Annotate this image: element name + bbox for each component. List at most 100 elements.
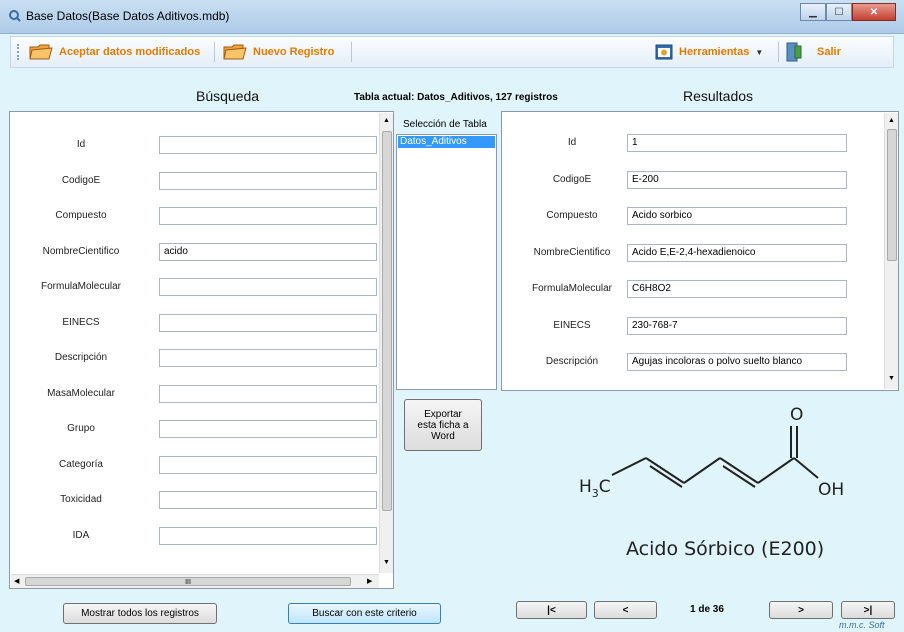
current-table-label: Tabla actual: Datos_Aditivos, 127 regist… — [354, 92, 558, 103]
tools-menu-button[interactable]: Herramientas ▼ — [655, 41, 763, 63]
search-field-input[interactable] — [159, 491, 377, 509]
search-field-input[interactable] — [159, 171, 377, 190]
result-field-input[interactable]: 1 — [627, 134, 847, 152]
result-field-input[interactable]: 230-768-7 — [627, 316, 847, 335]
results-panel: Id 1 CodigoE E-200 Compuesto Acido sorbico Nom… — [501, 111, 899, 391]
search-hscrollbar[interactable]: ◀ III ▶ — [11, 574, 379, 588]
search-field-input[interactable] — [159, 420, 377, 438]
search-panel: Id CodigoE Compuesto NombreCientifico acido F… — [9, 111, 394, 589]
first-record-button[interactable]: |< — [516, 601, 587, 619]
result-field-label: NombreCientifico — [533, 246, 611, 258]
scroll-right-icon: ▶ — [367, 578, 373, 585]
result-field-label: Id — [567, 137, 577, 148]
page-indicator: 1 de 36 — [690, 604, 724, 615]
result-field-label: Descripción — [545, 356, 599, 367]
results-header: Resultados — [683, 88, 754, 104]
search-field-label: FormulaMolecular — [40, 281, 122, 292]
tools-icon — [655, 44, 673, 60]
result-field-input[interactable]: Acido E,E-2,4-hexadienoico — [627, 243, 847, 262]
table-list-item[interactable]: Datos_Aditivos — [398, 136, 495, 148]
search-field-input[interactable] — [159, 349, 377, 367]
scroll-up-icon: ▲ — [888, 117, 895, 124]
search-header: Búsqueda — [196, 88, 260, 104]
window-title: Base Datos(Base Datos Aditivos.mdb) — [26, 9, 230, 23]
next-record-button[interactable]: > — [769, 601, 833, 619]
table-list[interactable]: Datos_Aditivos — [396, 134, 497, 390]
result-field-label: EINECS — [553, 319, 591, 331]
accept-label: Aceptar datos modificados — [59, 46, 201, 58]
export-word-button[interactable]: Exportar esta ficha a Word — [404, 399, 482, 451]
methyl-c: C — [599, 477, 611, 497]
result-field-input[interactable]: Acido sorbico — [627, 207, 847, 225]
methyl-subscript: 3 — [592, 487, 599, 500]
search-field-input[interactable] — [159, 455, 377, 474]
result-field-input[interactable]: E-200 — [627, 170, 847, 189]
chevron-down-icon: ▼ — [755, 47, 764, 57]
search-hscroll-thumb[interactable]: III — [25, 577, 351, 586]
search-field-label: Compuesto — [55, 210, 107, 221]
structure-caption: Acido Sórbico (E200) — [626, 538, 825, 560]
title-bar: Base Datos(Base Datos Aditivos.mdb) ▁ ☐ … — [0, 0, 904, 34]
prev-record-button[interactable]: < — [594, 601, 657, 619]
search-field-label: MasaMolecular — [47, 387, 115, 399]
last-record-button[interactable]: >| — [841, 601, 895, 619]
window-controls: ▁ ☐ ✕ — [800, 3, 896, 21]
show-all-button[interactable]: Mostrar todos los registros — [63, 603, 217, 624]
search-field-label: Descripción — [54, 352, 108, 363]
minimize-button[interactable]: ▁ — [800, 3, 826, 21]
search-field-label: IDA — [72, 529, 90, 541]
toolbar: Aceptar datos modificados Nuevo Registro… — [10, 36, 894, 68]
author-signature: m.m.c. Soft — [839, 620, 885, 630]
scroll-down-icon: ▼ — [383, 559, 390, 566]
search-vscrollbar[interactable]: ▲ ▼ — [379, 113, 393, 573]
exit-door-icon — [786, 42, 802, 62]
search-field-input[interactable] — [159, 207, 377, 225]
accept-button[interactable]: Aceptar datos modificados — [29, 41, 200, 63]
search-field-label: Grupo — [67, 423, 95, 434]
exit-label: Salir — [817, 46, 841, 58]
scroll-left-icon: ◀ — [14, 578, 20, 585]
minimize-icon: ▁ — [809, 6, 817, 18]
result-field-input[interactable]: Agujas incoloras o polvo suelto blanco — [627, 353, 847, 371]
search-field-input[interactable] — [159, 313, 377, 332]
folder-icon — [223, 44, 247, 60]
result-field-label: Compuesto — [546, 210, 598, 221]
search-field-label: NombreCientifico — [42, 245, 120, 257]
search-criteria-button[interactable]: Buscar con este criterio — [288, 603, 441, 624]
new-record-button[interactable]: Nuevo Registro — [223, 41, 334, 63]
methyl-h: H — [579, 477, 592, 497]
results-vscrollbar[interactable]: ▲ ▼ — [884, 113, 898, 389]
search-field-input[interactable]: acido — [159, 242, 377, 261]
close-button[interactable]: ✕ — [852, 3, 896, 21]
search-field-input[interactable] — [159, 526, 377, 545]
maximize-button[interactable]: ☐ — [826, 3, 852, 21]
search-field-label: Categoría — [59, 458, 103, 470]
tools-label: Herramientas — [679, 46, 750, 58]
folder-icon — [29, 44, 53, 60]
result-field-input[interactable]: C6H8O2 — [627, 280, 847, 298]
search-vscroll-thumb[interactable] — [382, 131, 392, 511]
oxygen-label: O — [790, 405, 803, 425]
methyl-label: H3C — [579, 477, 611, 500]
toolbar-separator — [214, 42, 215, 62]
search-field-label: CodigoE — [61, 174, 101, 186]
results-vscroll-thumb[interactable] — [887, 129, 897, 261]
toolbar-separator — [778, 42, 779, 62]
sorbic-acid-structure: O OH H3C — [579, 405, 844, 500]
scroll-up-icon: ▲ — [383, 117, 390, 124]
app-icon — [9, 10, 21, 22]
search-field-label: Id — [76, 139, 86, 150]
table-selection-label: Selección de Tabla — [403, 119, 487, 130]
exit-button[interactable]: Salir — [785, 41, 841, 63]
hydroxyl-label: OH — [818, 480, 844, 500]
maximize-icon: ☐ — [834, 6, 844, 18]
search-field-input[interactable] — [159, 384, 377, 403]
new-record-label: Nuevo Registro — [253, 46, 335, 58]
result-field-label: FormulaMolecular — [531, 283, 613, 294]
search-field-label: EINECS — [62, 316, 100, 328]
toolbar-grip — [17, 44, 20, 60]
result-field-label: CodigoE — [552, 173, 592, 185]
scroll-down-icon: ▼ — [888, 375, 895, 382]
search-field-input[interactable] — [159, 278, 377, 296]
search-field-input[interactable] — [159, 136, 377, 154]
